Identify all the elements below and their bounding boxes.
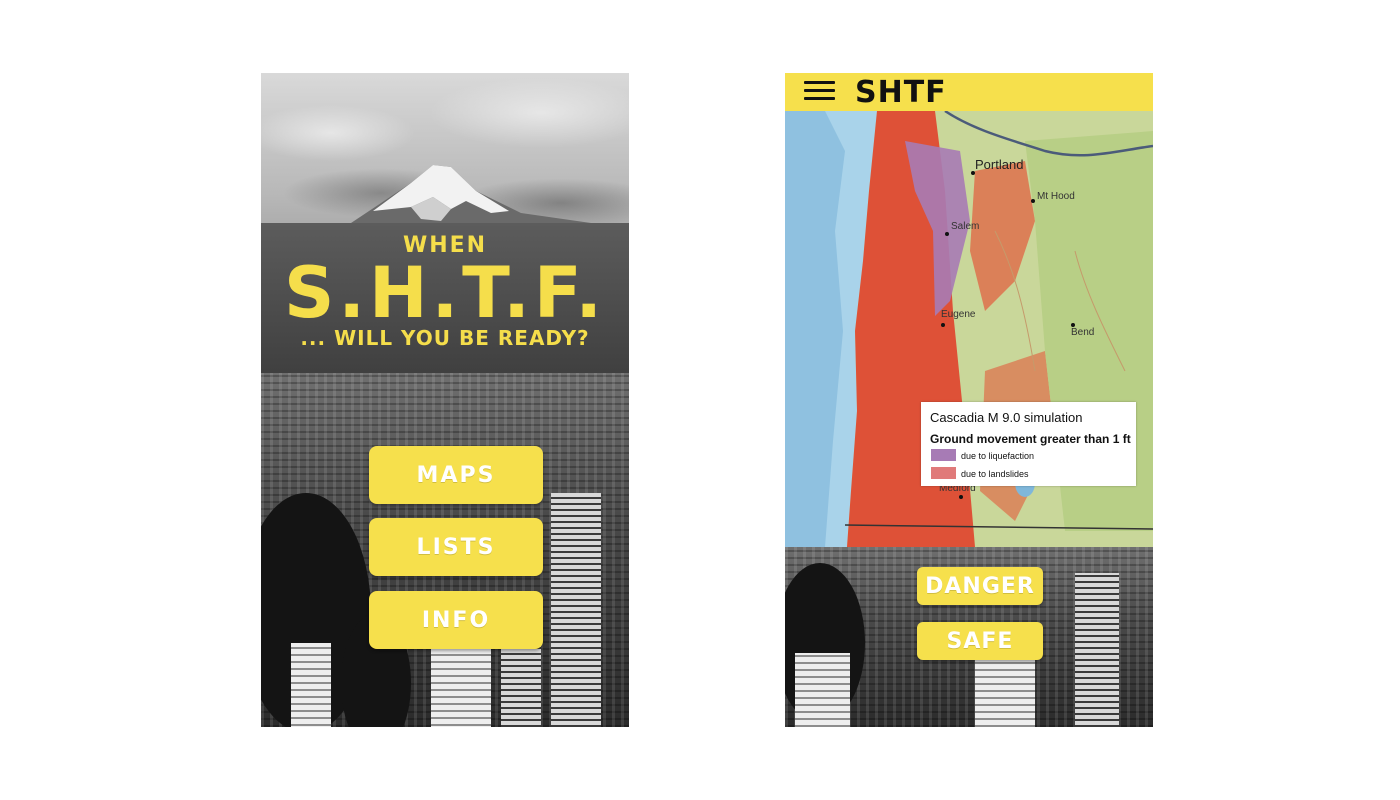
city-marker [1031,199,1035,203]
brand-title: SHTF [855,75,947,110]
city-marker [945,232,949,236]
safe-button[interactable]: SAFE [917,622,1043,660]
city-marker [941,323,945,327]
legend-subtitle: Ground movement greater than 1 ft [930,432,1131,446]
building [291,643,331,727]
landslides-swatch [931,467,956,479]
building [795,653,850,727]
legend-item-liquefaction: due to liquefaction [961,451,1035,461]
city-label-salem: Salem [951,221,980,232]
city-label-bend: Bend [1071,327,1095,338]
lists-button[interactable]: LISTS [369,518,543,576]
maps-button[interactable]: MAPS [369,446,543,504]
legend-title: Cascadia M 9.0 simulation [930,410,1083,425]
map-screen: SHTF Portland Mt Hood Salem Eugene Bend … [785,73,1153,727]
city-label-mt-hood: Mt Hood [1037,191,1075,202]
liquefaction-swatch [931,449,956,461]
building [1075,573,1119,727]
city-label-portland: Portland [975,157,1024,172]
title-main: S.H.T.F. [283,252,606,334]
app-title: WHEN S.H.T.F. ... WILL YOU BE READY? [261,233,629,350]
building [551,493,601,727]
hazard-map[interactable]: Portland Mt Hood Salem Eugene Bend Medfo… [785,111,1153,547]
city-label-eugene: Eugene [941,309,976,320]
home-screen: WHEN S.H.T.F. ... WILL YOU BE READY? MAP… [261,73,629,727]
top-bar: SHTF [785,73,1153,111]
info-button[interactable]: INFO [369,591,543,649]
tagline: ... WILL YOU BE READY? [300,326,590,350]
map-legend: Cascadia M 9.0 simulation Ground movemen… [921,402,1136,486]
danger-button[interactable]: DANGER [917,567,1043,605]
menu-icon[interactable] [804,79,835,103]
legend-item-landslides: due to landslides [961,469,1029,479]
city-marker [959,495,963,499]
